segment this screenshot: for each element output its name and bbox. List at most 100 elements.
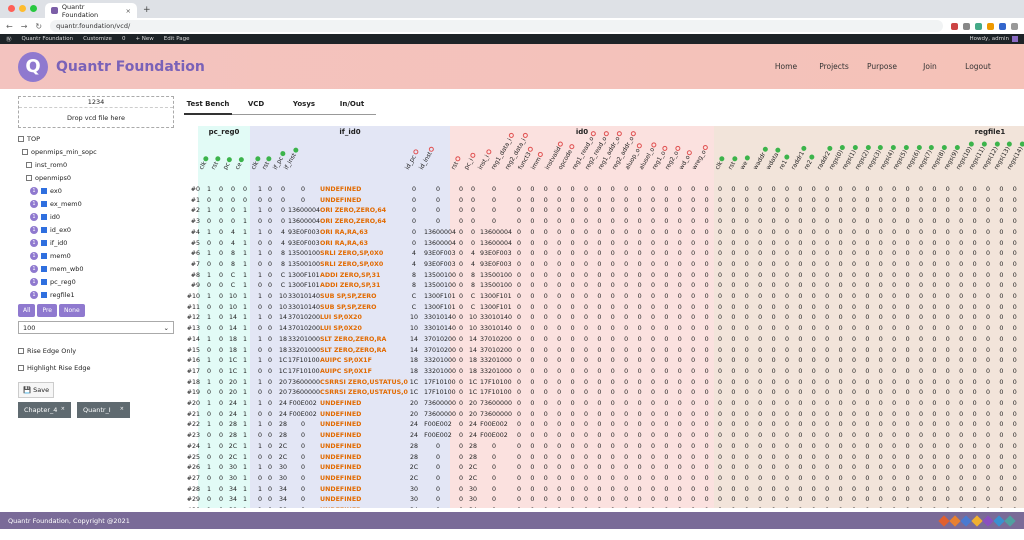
table-row[interactable]: #23 0 0 28 1 0 0 28 0 UNDEFINED 24 F00E002 0 24 F00E00…: [180, 431, 1024, 441]
wp-customize-link[interactable]: Customize: [83, 36, 112, 42]
browser-tab[interactable]: Quantr Foundation ×: [45, 3, 137, 19]
tree-item[interactable]: openmips_min_sopc: [18, 145, 174, 158]
tree-item[interactable]: 1 regfile1: [18, 288, 174, 301]
table-row[interactable]: #29 0 0 34 1 0 0 34 0 UNDEFINED 30 0 0 30 0 0 0 0 0 0 0 0 0 0 0 0…: [180, 495, 1024, 505]
tree-item[interactable]: 1 pc_reg0: [18, 275, 174, 288]
table-row[interactable]: #2 1 0 0 1 1 0 0 13600004 ORI ZERO,ZERO,64 0 0 0 0 0 0 0…: [180, 206, 1024, 216]
brand-title[interactable]: Quantr Foundation: [56, 59, 205, 75]
tree-checkbox[interactable]: [26, 161, 32, 168]
table-row[interactable]: #13 0 0 14 1 0 0 14 37010200 LUI SP,0X20 10 3301014…: [180, 324, 1024, 334]
url-field[interactable]: quantr.foundation/vcd/: [50, 20, 943, 32]
tree-checkbox[interactable]: [41, 278, 47, 285]
new-tab-button[interactable]: +: [143, 5, 151, 15]
highlight-checkbox[interactable]: [18, 364, 24, 371]
chip-quantr[interactable]: Quantr_I ×: [77, 402, 130, 418]
rows-select[interactable]: 100 ⌄: [18, 321, 174, 334]
rise-edge-checkbox[interactable]: [18, 347, 24, 354]
table-row[interactable]: #24 1 0 2C 1 1 0 2C 0 UNDEFINED 28 0 0 28 0 0 0 0 0 0 0 0 0 0 0 0…: [180, 442, 1024, 452]
tree-checkbox[interactable]: [41, 265, 47, 272]
pre-button[interactable]: Pre: [37, 304, 57, 317]
table-row[interactable]: #26 1 0 30 1 1 0 30 0 UNDEFINED 2C 0 0 2C 0 0 0 0 0 0 0 0 0 0 0 0…: [180, 463, 1024, 473]
tree-checkbox[interactable]: [41, 239, 47, 246]
table-row[interactable]: #17 0 0 1C 1 0 0 1C 17F10100 AUIPC SP,0X1F 18 33201…: [180, 367, 1024, 377]
tree-item[interactable]: 1 ex0: [18, 184, 174, 197]
table-row[interactable]: #15 0 0 18 1 0 0 18 33201000 SLT ZERO,ZERO,RA 14 37…: [180, 346, 1024, 356]
tree-checkbox[interactable]: [41, 200, 47, 207]
tree-item[interactable]: 1 mem0: [18, 249, 174, 262]
vcd-dropzone[interactable]: 1234 Drop vcd file here: [18, 96, 174, 128]
tree-checkbox[interactable]: [26, 174, 32, 181]
menu-purpose[interactable]: Purpose: [858, 62, 906, 71]
wp-logo-icon[interactable]: Ⓦ: [6, 35, 12, 43]
tree-checkbox[interactable]: [41, 226, 47, 233]
highlight-option[interactable]: Highlight Rise Edge: [18, 361, 174, 374]
table-row[interactable]: #9 0 0 C 1 0 0 C 1300F101 ADDI ZERO,SP,31 8 1350010…: [180, 281, 1024, 291]
site-logo[interactable]: Q: [18, 51, 48, 82]
tree-item[interactable]: 1 if_id0: [18, 236, 174, 249]
tree-checkbox[interactable]: [18, 135, 24, 142]
none-button[interactable]: None: [59, 304, 85, 317]
all-button[interactable]: All: [18, 304, 36, 317]
tab-yosys[interactable]: Yosys: [280, 100, 328, 115]
table-cell: 1300F101: [288, 282, 320, 290]
table-row[interactable]: #7 0 0 8 1 0 0 8 13500100 SRLI ZERO,SP,0X0 4 93E0F0…: [180, 260, 1024, 270]
rise-edge-option[interactable]: Rise Edge Only: [18, 344, 174, 357]
wp-site-link[interactable]: Quantr Foundation: [22, 36, 74, 42]
tree-item[interactable]: 1 id_ex0: [18, 223, 174, 236]
tree-checkbox[interactable]: [22, 148, 28, 155]
wp-new-link[interactable]: + New: [135, 36, 153, 42]
table-row[interactable]: #3 0 0 0 1 0 0 0 13600004 ORI ZERO,ZERO,64 0 0 0 0 0 0 0…: [180, 217, 1024, 227]
table-row[interactable]: #1 0 0 0 0 0 0 0 0 UNDEFINED 0 0 0 0 0 0 0 0 0 0 0 0 0 0 0 0 0 0 0 0 0…: [180, 196, 1024, 206]
table-row[interactable]: #11 0 0 10 1 0 0 10 33010140 SUB SP,SP,ZERO C 1300F…: [180, 303, 1024, 313]
menu-home[interactable]: Home: [762, 62, 810, 71]
tree-checkbox[interactable]: [41, 213, 47, 220]
table-row[interactable]: #19 0 0 20 1 0 0 20 73600000 CSRRSI ZERO,USTATUS,…: [180, 388, 1024, 398]
menu-join[interactable]: Join: [906, 62, 954, 71]
table-row[interactable]: #0 1 0 0 0 1 0 0 0 UNDEFINED 0 0 0 0 0 0 0 0 0 0 0 0 0 0 0 0 0 0 0 0 0…: [180, 185, 1024, 195]
tree-item[interactable]: 1 mem_wb0: [18, 262, 174, 275]
tree-item[interactable]: inst_rom0: [18, 158, 174, 171]
close-icon[interactable]: ×: [61, 406, 65, 414]
table-row[interactable]: #4 1 0 4 1 1 0 4 93E0F003 ORI RA,RA,63 0 13600004 0 0…: [180, 228, 1024, 238]
chip-chapter4[interactable]: Chapter_4 ×: [18, 402, 71, 418]
tree-item[interactable]: TOP: [18, 132, 174, 145]
close-tab-icon[interactable]: ×: [126, 7, 131, 15]
tab-inout[interactable]: In/Out: [328, 100, 376, 115]
menu-projects[interactable]: Projects: [810, 62, 858, 71]
table-row[interactable]: #10 1 0 10 1 1 0 10 33010140 SUB SP,SP,ZERO C 1300F…: [180, 292, 1024, 302]
table-row[interactable]: #16 1 0 1C 1 1 0 1C 17F10100 AUIPC SP,0X1F 18 33201…: [180, 356, 1024, 366]
table-row[interactable]: #18 1 0 20 1 1 0 20 73600000 CSRRSI ZERO,USTATUS,…: [180, 378, 1024, 388]
table-row[interactable]: #20 1 0 24 1 1 0 24 F00E002 UNDEFINED 20 73600000 0 2…: [180, 399, 1024, 409]
table-row[interactable]: #21 0 0 24 1 0 0 24 F00E002 UNDEFINED 20 73600000 0 2…: [180, 410, 1024, 420]
wp-comments-count[interactable]: 0: [122, 36, 126, 42]
wp-account[interactable]: Howdy, admin: [970, 36, 1018, 42]
tree-item[interactable]: 1 id0: [18, 210, 174, 223]
table-row[interactable]: #14 1 0 18 1 1 0 18 33201000 SLT ZERO,ZERO,RA 14 37…: [180, 335, 1024, 345]
tree-checkbox[interactable]: [41, 291, 47, 298]
table-row[interactable]: #6 1 0 8 1 1 0 8 13500100 SRLI ZERO,SP,0X0 4 93E0F0…: [180, 249, 1024, 259]
table-row[interactable]: #22 1 0 28 1 1 0 28 0 UNDEFINED 24 F00E002 0 24 F00E00…: [180, 420, 1024, 430]
save-button[interactable]: 💾 Save: [18, 382, 55, 398]
forward-icon[interactable]: →: [21, 22, 28, 31]
wp-edit-page-link[interactable]: Edit Page: [164, 36, 190, 42]
table-row[interactable]: #28 1 0 34 1 1 0 34 0 UNDEFINED 30 0 0 30 0 0 0 0 0 0 0 0 0 0 0 0…: [180, 485, 1024, 495]
table-row[interactable]: #5 0 0 4 1 0 0 4 93E0F003 ORI RA,RA,63 0 13600004 0 0…: [180, 239, 1024, 249]
close-icon[interactable]: ×: [120, 406, 124, 414]
back-icon[interactable]: ←: [6, 22, 13, 31]
tree-item[interactable]: 1 ex_mem0: [18, 197, 174, 210]
tree-checkbox[interactable]: [41, 187, 47, 194]
tree-item[interactable]: openmips0: [18, 171, 174, 184]
tab-test-bench[interactable]: Test Bench: [184, 100, 232, 115]
table-row[interactable]: #27 0 0 30 1 0 0 30 0 UNDEFINED 2C 0 0 2C 0 0 0 0 0 0 0 0 0 0 0 0…: [180, 474, 1024, 484]
table-row[interactable]: #25 0 0 2C 1 0 0 2C 0 UNDEFINED 28 0 0 28 0 0 0 0 0 0 0 0 0 0 0 0…: [180, 453, 1024, 463]
table-row[interactable]: #301038110380UNDEFINED340034000000000000…: [180, 506, 1024, 508]
tree-checkbox[interactable]: [41, 252, 47, 259]
window-controls[interactable]: [8, 5, 37, 12]
menu-logout[interactable]: Logout: [954, 62, 1002, 71]
extensions[interactable]: [951, 22, 1018, 30]
table-row[interactable]: #12 1 0 14 1 1 0 14 37010200 LUI SP,0X20 10 3301014…: [180, 313, 1024, 323]
tab-vcd[interactable]: VCD: [232, 100, 280, 115]
table-row[interactable]: #8 1 0 C 1 1 0 C 1300F101 ADDI ZERO,SP,31 8 1350010…: [180, 271, 1024, 281]
table-cell: 0: [218, 250, 223, 258]
reload-icon[interactable]: ↻: [35, 22, 42, 31]
